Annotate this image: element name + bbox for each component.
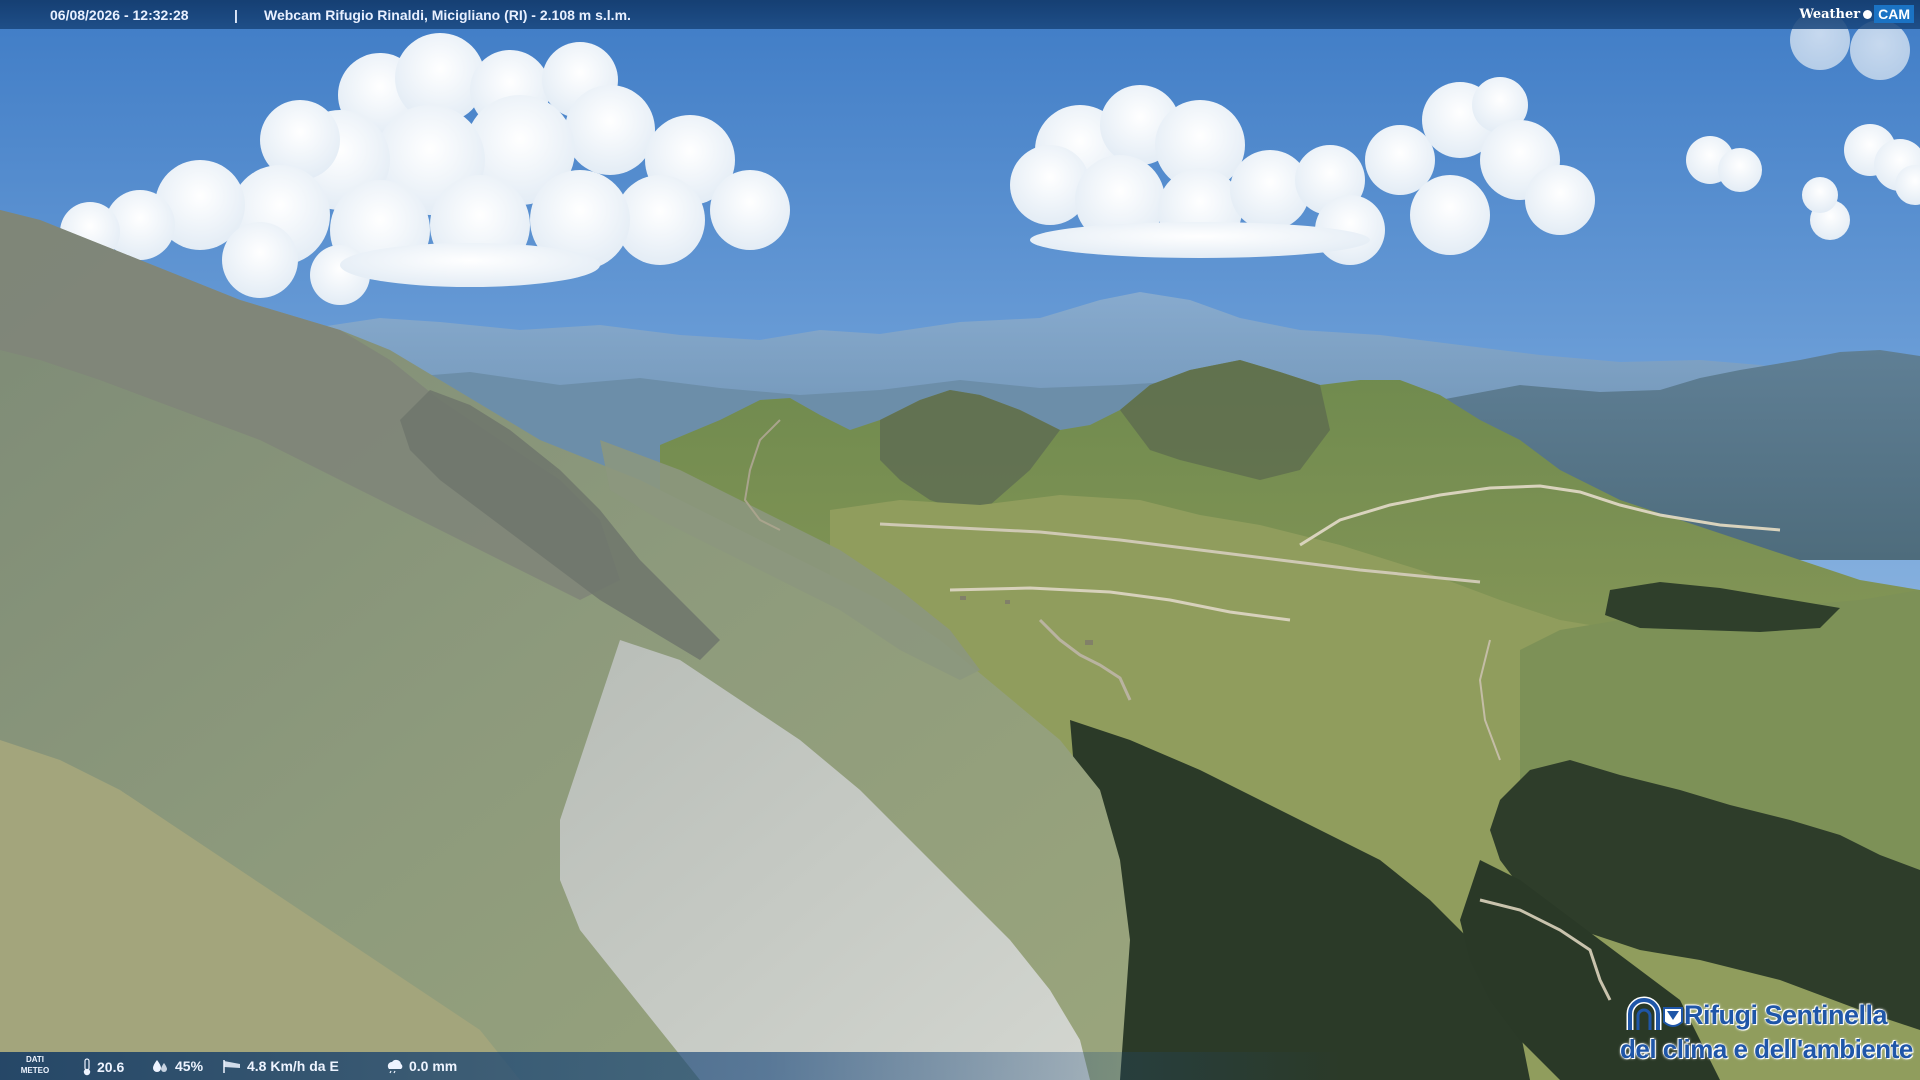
rain-metric: 0.0 mm [384, 1058, 457, 1074]
weathercam-logo-weather: Weather [1799, 6, 1861, 22]
webcam-photo [0, 0, 1920, 1080]
humidity-drops-icon [153, 1060, 167, 1072]
wind-value: 4.8 Km/h da E [247, 1058, 339, 1074]
thermometer-icon [83, 1058, 91, 1076]
top-info-bar: 06/08/2026 - 12:32:28 | Webcam Rifugio R… [0, 0, 1920, 29]
humidity-value: 45% [175, 1058, 204, 1074]
wind-sock-icon [223, 1060, 240, 1073]
weathercam-logo: Weather CAM [1799, 4, 1914, 24]
timestamp: 06/08/2026 - 12:32:28 [50, 7, 189, 23]
rain-cloud-icon [387, 1059, 403, 1074]
rain-value: 0.0 mm [409, 1058, 458, 1074]
webcam-title: Webcam Rifugio Rinaldi, Micigliano (RI) … [264, 7, 631, 23]
temperature-metric: 20.6 [82, 1058, 124, 1076]
logo-line-1: Rifugi Sentinella [1684, 1000, 1888, 1030]
weathercam-logo-cam: CAM [1874, 5, 1914, 23]
weathercam-logo-dot-icon [1863, 9, 1873, 19]
rifugi-sentinella-logo: Rifugi Sentinella del clima e dell'ambie… [1616, 996, 1913, 1068]
temperature-value: 20.6 [97, 1059, 125, 1075]
humidity-metric: 45% [152, 1058, 203, 1074]
weather-data-label: DATI METEO [20, 1055, 50, 1075]
wind-metric: 4.8 Km/h da E [222, 1058, 339, 1074]
logo-line-2: del clima e dell'ambiente [1620, 1034, 1913, 1064]
title-separator: | [234, 7, 238, 23]
